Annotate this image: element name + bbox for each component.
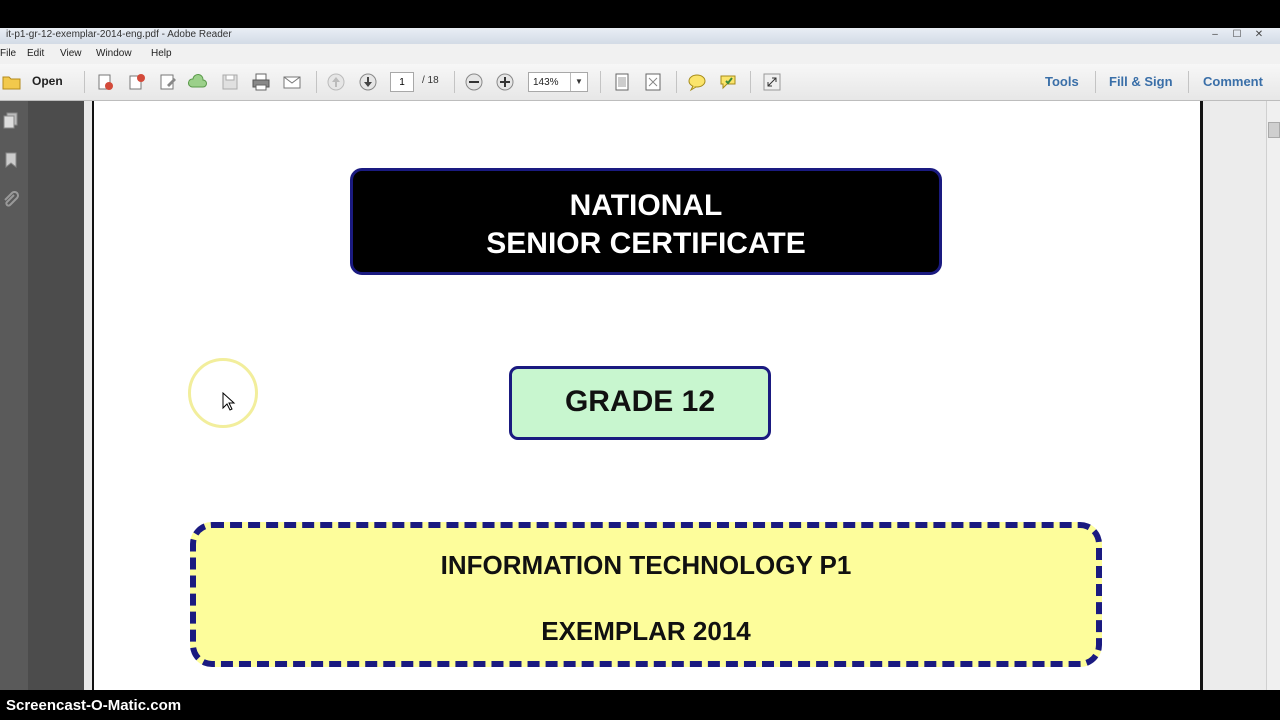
exemplar-year: EXEMPLAR 2014: [541, 616, 751, 646]
highlight-icon[interactable]: [718, 72, 738, 92]
scrollbar-thumb[interactable]: [1268, 122, 1280, 138]
close-button[interactable]: ✕: [1250, 28, 1268, 42]
fill-sign-button[interactable]: Fill & Sign: [1109, 74, 1173, 89]
next-page-icon[interactable]: [358, 72, 378, 92]
toolbar-separator: [676, 71, 677, 93]
heading-line2: SENIOR CERTIFICATE: [486, 227, 806, 260]
page-total: / 18: [422, 75, 439, 86]
page-number-input[interactable]: [390, 72, 414, 92]
maximize-button[interactable]: ☐: [1228, 28, 1246, 42]
page-thumbnails-icon[interactable]: [2, 111, 20, 129]
tools-button[interactable]: Tools: [1045, 74, 1079, 89]
vertical-scrollbar[interactable]: [1266, 101, 1280, 690]
edit-pdf-icon[interactable]: [158, 72, 178, 92]
zoom-out-icon[interactable]: [464, 72, 484, 92]
mouse-pointer-icon: [222, 392, 236, 411]
combine-files-icon[interactable]: [127, 72, 147, 92]
save-icon[interactable]: [220, 72, 240, 92]
toolbar-separator: [316, 71, 317, 93]
minimize-button[interactable]: –: [1206, 28, 1224, 42]
page-border-left: [84, 101, 94, 690]
heading-line1: NATIONAL: [569, 189, 723, 222]
toolbar-separator: [1188, 71, 1189, 93]
subject-title: INFORMATION TECHNOLOGY P1: [440, 550, 852, 580]
print-icon[interactable]: [251, 72, 271, 92]
menu-bar: File Edit View Window Help: [0, 44, 1280, 65]
cloud-upload-icon[interactable]: [188, 72, 208, 92]
comment-button[interactable]: Comment: [1203, 74, 1263, 89]
toolbar-separator: [600, 71, 601, 93]
navigation-pane: [0, 101, 28, 690]
subject-box: INFORMATION TECHNOLOGY P1 EXEMPLAR 2014: [190, 522, 1102, 667]
menu-view[interactable]: View: [60, 48, 82, 59]
grade-box: GRADE 12: [509, 366, 771, 440]
open-button[interactable]: Open: [32, 74, 63, 88]
recorder-bar: [0, 690, 1280, 720]
chevron-down-icon[interactable]: ▼: [570, 73, 587, 91]
title-bar: it-p1-gr-12-exemplar-2014-eng.pdf - Adob…: [0, 28, 1280, 44]
toolbar-separator: [84, 71, 85, 93]
attachments-icon[interactable]: [2, 191, 20, 209]
previous-page-icon[interactable]: [326, 72, 346, 92]
email-icon[interactable]: [282, 72, 302, 92]
sticky-note-icon[interactable]: [687, 72, 707, 92]
zoom-select[interactable]: 143% ▼: [528, 72, 588, 92]
menu-help[interactable]: Help: [151, 48, 172, 59]
toolbar-separator: [750, 71, 751, 93]
grade-label: GRADE 12: [564, 385, 716, 418]
zoom-value: 143%: [533, 77, 559, 88]
toolbar-separator: [454, 71, 455, 93]
full-screen-icon[interactable]: [643, 72, 663, 92]
page-border-right: [1200, 101, 1210, 690]
bookmarks-icon[interactable]: [2, 151, 20, 169]
toolbar: Open / 18 143% ▼: [0, 64, 1280, 101]
watermark: Screencast-O-Matic.com: [6, 697, 182, 714]
create-pdf-icon[interactable]: [95, 72, 115, 92]
toolbar-separator: [1095, 71, 1096, 93]
zoom-in-icon[interactable]: [495, 72, 515, 92]
menu-window[interactable]: Window: [96, 48, 132, 59]
folder-open-icon[interactable]: [2, 72, 22, 92]
menu-edit[interactable]: Edit: [27, 48, 44, 59]
expand-icon[interactable]: [762, 72, 782, 92]
menu-file[interactable]: File: [0, 48, 16, 59]
certificate-heading-box: NATIONAL SENIOR CERTIFICATE: [350, 168, 942, 275]
viewer-margin: [1210, 101, 1268, 690]
fit-page-icon[interactable]: [612, 72, 632, 92]
window-title: it-p1-gr-12-exemplar-2014-eng.pdf - Adob…: [6, 29, 232, 40]
